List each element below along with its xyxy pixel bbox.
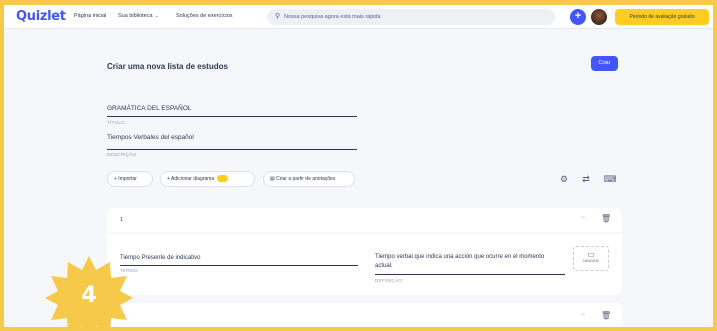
swap-terms-icon[interactable]: ⇄ [579, 172, 593, 186]
add-diagram-button[interactable]: + Adicionar diagrama ⚡ [160, 171, 255, 187]
drag-handle-icon[interactable]: ≡ [581, 215, 585, 222]
avatar[interactable] [591, 9, 607, 25]
search-bar[interactable]: ⚲ Nossa pesquisa agora está mais rápida [267, 9, 555, 25]
nav-solutions-link[interactable]: Soluções de exercícios [176, 13, 233, 19]
definition-input[interactable]: Tiempo verbal que indica una acción que … [375, 253, 557, 271]
definition-underline [375, 274, 565, 275]
image-label: IMAGEM [583, 259, 599, 263]
term-card: 2 ≡ 🗑 [107, 303, 622, 327]
trash-icon[interactable]: 🗑 [601, 311, 611, 320]
chevron-down-icon: ⌄ [154, 13, 159, 19]
image-icon: ▭ [587, 250, 595, 259]
add-image-button[interactable]: ▭ IMAGEM [573, 246, 609, 271]
nav-library-label: Sua biblioteca [118, 13, 153, 19]
nav-library-link[interactable]: Sua biblioteca ⌄ [118, 13, 159, 19]
drag-handle-icon[interactable]: ≡ [581, 312, 585, 319]
search-input[interactable]: Nossa pesquisa agora está mais rápida [284, 14, 381, 20]
term-underline [120, 265, 358, 266]
term-card: 1 ≡ 🗑 Tiempo Presente de indicativo TERM… [107, 208, 622, 295]
card-number: 1 [120, 217, 124, 223]
create-button[interactable]: Criar [591, 56, 618, 71]
search-icon: ⚲ [275, 13, 281, 20]
keyboard-icon[interactable]: ⌨ [603, 172, 617, 186]
free-trial-button[interactable]: Período de avaliação gratuito [615, 9, 709, 25]
import-button[interactable]: + Importar [107, 171, 153, 187]
create-from-notes-label: Criar a partir de anotações [276, 176, 336, 182]
lightning-badge: ⚡ [217, 175, 229, 183]
description-label: DESCRIÇÃO [107, 152, 137, 157]
nav-home-link[interactable]: Página inicial [74, 13, 106, 19]
create-from-notes-button[interactable]: ▤ Criar a partir de anotações [263, 171, 355, 187]
title-label: TÍTULO [107, 120, 125, 125]
description-field[interactable]: Tiempos Verbales del español [107, 134, 194, 141]
step-number: 4 [81, 283, 97, 308]
add-diagram-label: + Adicionar diagrama [167, 176, 215, 182]
description-underline [107, 149, 357, 150]
title-underline [107, 116, 357, 117]
definition-label: DEFINIÇÃO [375, 278, 403, 283]
card-header: 1 ≡ 🗑 [107, 208, 622, 234]
quizlet-logo[interactable]: Quizlet [16, 9, 66, 24]
top-nav: Quizlet Página inicial Sua biblioteca ⌄ S… [4, 5, 713, 29]
create-plus-button[interactable]: + [570, 9, 586, 25]
title-field[interactable]: GRAMÁTICA DEL ESPAÑOL [107, 105, 192, 112]
trash-icon[interactable]: 🗑 [601, 214, 611, 223]
settings-gear-icon[interactable]: ⚙ [557, 172, 571, 186]
page-title: Criar uma nova lista de estudos [107, 62, 228, 71]
